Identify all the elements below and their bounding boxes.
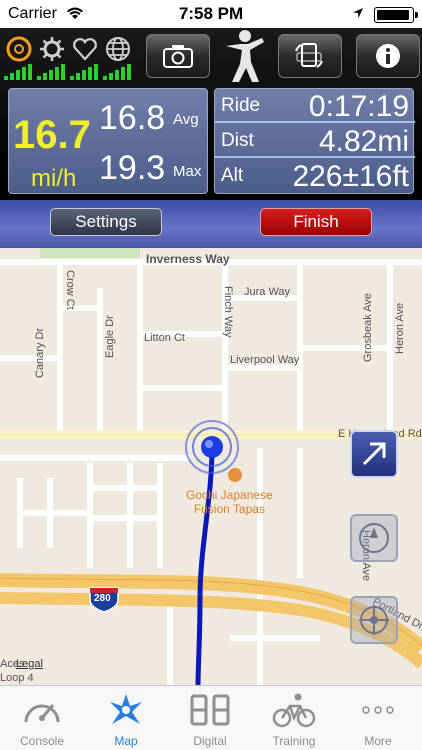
console-panel: 16.7 mi/h 16.8 Avg 19.3 Max Ride 0:17:19… [0, 28, 422, 248]
speed-panel[interactable]: 16.7 mi/h 16.8 Avg 19.3 Max [8, 88, 208, 194]
signal-bars [103, 64, 133, 80]
compass-button[interactable] [350, 514, 398, 562]
street-label: Loop 4 [0, 672, 34, 684]
info-icon [376, 44, 400, 68]
expand-arrow-icon [362, 442, 386, 466]
tab-label: Digital [193, 734, 227, 748]
tab-more[interactable]: More [336, 686, 420, 750]
stat-value: 4.82mi [318, 125, 409, 158]
street-label: Grosbeak Ave [362, 293, 374, 362]
stat-distance: Dist 4.82mi [215, 124, 415, 158]
average-label: Avg [173, 111, 199, 128]
globe-icon [106, 37, 130, 61]
heart-icon [73, 38, 97, 61]
sensor-gps[interactable] [103, 34, 133, 82]
poi-name-line2: Fusion Tapas [193, 502, 265, 516]
stat-label: Ride [221, 95, 261, 116]
current-speed: 16.7 [13, 113, 91, 157]
speedometer-icon [24, 704, 60, 723]
speed-sensor-icon [6, 36, 32, 62]
street-label: Heron Ave [394, 302, 406, 354]
location-arrow-icon [353, 8, 363, 18]
signal-bars [70, 64, 100, 80]
sensor-heart-rate[interactable] [70, 34, 100, 82]
cadence-gear-icon [40, 37, 64, 61]
max-speed: 19.3 [99, 149, 166, 187]
battery-icon [374, 7, 418, 23]
tab-label: Training [272, 734, 316, 748]
max-label: Max [173, 163, 202, 180]
legal-link[interactable]: Legal [16, 658, 43, 670]
tab-bar: Console Map Digital Training More [0, 685, 422, 750]
cyclist-icon [272, 693, 316, 728]
street-label: Litton Ct [144, 332, 185, 344]
status-bar: Carrier 7:58 PM [0, 0, 422, 28]
street-label: Finch Way [222, 286, 234, 338]
map-view[interactable]: Inverness Way Crow Ct Jura Way Finch Way… [0, 248, 422, 685]
street-label: Canary Dr [34, 327, 46, 378]
highway-number: 280 [94, 593, 111, 604]
poi-label[interactable]: Gochi Japanese Fusion Tapas [186, 488, 273, 516]
stat-value: 0:17:19 [308, 90, 409, 123]
action-bar: Settings Finish [0, 200, 422, 248]
average-speed: 16.8 [99, 99, 166, 137]
tab-label: Map [114, 734, 138, 748]
signal-bars [4, 64, 34, 80]
tab-label: More [364, 734, 392, 748]
camera-button[interactable] [146, 34, 210, 78]
info-button[interactable] [356, 34, 420, 78]
stat-altitude: Alt 226±16ft [215, 159, 415, 193]
speed-unit: mi/h [31, 165, 77, 192]
more-dots-icon [362, 706, 394, 714]
stat-label: Alt [221, 165, 244, 186]
stat-ride-time: Ride 0:17:19 [215, 89, 415, 123]
street-label: Crow Ct [64, 270, 76, 310]
street-label: Liverpool Way [230, 354, 300, 366]
map-compass-icon [110, 694, 142, 724]
rotate-screen-icon [295, 43, 323, 68]
sensor-cadence[interactable] [37, 34, 67, 82]
tab-console[interactable]: Console [0, 686, 84, 750]
restaurant-icon [228, 468, 242, 482]
street-label: Inverness Way [146, 252, 230, 266]
expand-map-button[interactable] [350, 430, 398, 478]
camera-icon [163, 45, 193, 68]
tab-digital[interactable]: Digital [168, 686, 252, 750]
street-label: Eagle Dr [104, 315, 116, 358]
sensor-status-row [4, 34, 134, 82]
stat-value: 226±16ft [292, 160, 409, 193]
activity-figure-icon [226, 30, 264, 82]
stat-label: Dist [221, 130, 254, 151]
digital-display-icon [190, 694, 230, 726]
tab-training[interactable]: Training [252, 686, 336, 750]
street-label: Jura Way [244, 286, 291, 298]
ride-stats-panel[interactable]: Ride 0:17:19 Dist 4.82mi Alt 226±16ft [214, 88, 415, 194]
poi-name-line1: Gochi Japanese [186, 488, 273, 502]
finish-button[interactable]: Finish [260, 208, 372, 236]
signal-bars [37, 64, 67, 80]
rotate-device-button[interactable] [278, 34, 342, 78]
tab-label: Console [19, 734, 65, 748]
tab-map[interactable]: Map [84, 686, 168, 750]
settings-button[interactable]: Settings [50, 208, 162, 236]
crosshair-icon [359, 605, 389, 635]
sensor-speed[interactable] [4, 34, 34, 82]
compass-icon [359, 523, 389, 553]
center-location-button[interactable] [350, 596, 398, 644]
